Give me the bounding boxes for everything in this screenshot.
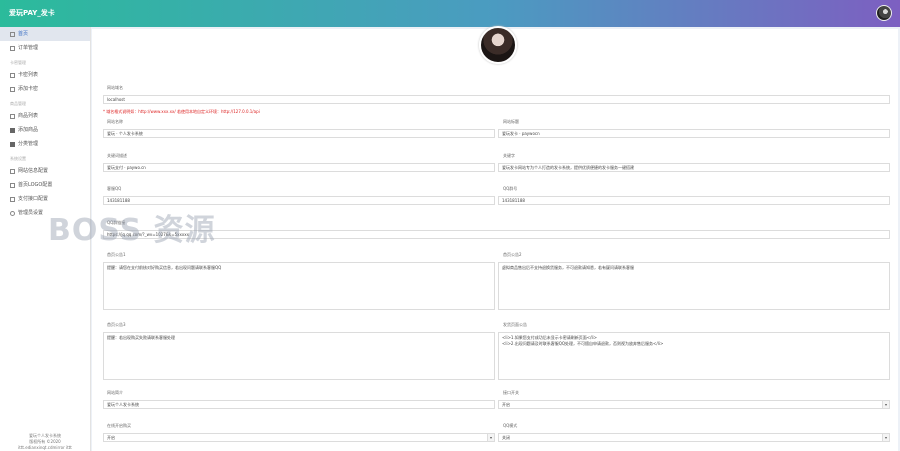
qq-mode-label: QQ模式 — [503, 423, 518, 428]
qq-group-input[interactable]: 143181188 — [498, 196, 890, 205]
site-desc-label: 网站简介 — [107, 390, 123, 395]
sidebar-item-label: 添加商品 — [18, 127, 39, 133]
sidebar-group-cards: 卡密管理 — [10, 60, 26, 65]
site-domain-label: 网站域名 — [107, 85, 123, 90]
sidebar: 首页 订单管理 卡密管理 卡密列表 添加卡密 商品管理 商品列表 添加商品 分类… — [0, 27, 91, 451]
send-notice-label: 发货页面公告 — [503, 322, 527, 327]
sidebar-item-site-info[interactable]: 网站信息配置 — [0, 164, 90, 178]
image-icon — [10, 182, 15, 188]
admin-qq-label: 客服QQ — [107, 186, 122, 191]
notice1-label: 首页公告1 — [107, 252, 126, 257]
add-icon — [10, 86, 15, 92]
site-name-label: 网站名称 — [107, 119, 123, 124]
sidebar-item-label: 网站信息配置 — [18, 168, 49, 174]
main-panel: 网站域名 localhost * 域名格式说明如：http://www.xxx.… — [92, 26, 898, 451]
sidebar-item-admin[interactable]: 管理员设置 — [0, 206, 90, 220]
sidebar-item-label: 首页LOGO配置 — [18, 182, 53, 188]
chevron-down-icon: ▾ — [487, 434, 494, 441]
sidebar-group-goods: 商品管理 — [10, 101, 26, 106]
user-icon — [10, 210, 15, 216]
top-header: 爱玩PAY_发卡 — [0, 0, 900, 27]
site-title-input[interactable]: 爱玩发卡 · paywocn — [498, 129, 890, 138]
pay-switch-value: 开启 — [502, 402, 510, 407]
sidebar-item-label: 订单管理 — [18, 45, 39, 51]
admin-qq-input[interactable]: 143181188 — [103, 196, 495, 205]
sidebar-item-goods-list[interactable]: 商品列表 — [0, 109, 90, 123]
notice3-textarea[interactable]: 提醒：若出现购买失败请联系客服处理 — [103, 332, 495, 380]
notice2-label: 首页公告2 — [503, 252, 522, 257]
description-input[interactable]: 爱玩发卡网站专为个人打造的发卡系统，提供优质便捷的发卡服务一键搭建 — [498, 163, 890, 172]
home-icon — [10, 31, 15, 37]
qq-group-link-label: QQ群链接 — [107, 220, 126, 225]
sidebar-item-orders[interactable]: 订单管理 — [0, 41, 90, 55]
user-avatar[interactable] — [876, 5, 892, 21]
sidebar-item-label: 管理员设置 — [18, 210, 44, 216]
buy-switch-select[interactable]: 开启 ▾ — [103, 433, 495, 442]
send-notice-line: <li>2.出现问题请及时联系客服QQ处理，不可擅自申请退款，否则视为放弃售后服… — [502, 341, 664, 346]
pay-switch-select[interactable]: 开启 ▾ — [498, 400, 890, 409]
sidebar-item-home[interactable]: 首页 — [0, 27, 90, 41]
info-icon — [10, 168, 15, 174]
site-domain-input[interactable]: localhost — [103, 95, 890, 104]
site-name-input[interactable]: 爱玩 · 个人发卡系统 — [103, 129, 495, 138]
keywords-label: 关键词描述 — [107, 153, 127, 158]
category-icon — [10, 141, 15, 147]
profile-avatar — [479, 26, 517, 64]
sidebar-item-label: 支付接口配置 — [18, 196, 49, 202]
qq-mode-select[interactable]: 关闭 ▾ — [498, 433, 890, 442]
document-icon — [10, 45, 15, 51]
buy-switch-label: 在线开启购买 — [107, 423, 131, 428]
sidebar-item-label: 商品列表 — [18, 113, 39, 119]
chevron-down-icon: ▾ — [882, 401, 889, 408]
sidebar-item-label: 首页 — [18, 31, 29, 37]
sidebar-item-add-card[interactable]: 添加卡密 — [0, 82, 90, 96]
add-goods-icon — [10, 127, 15, 133]
sidebar-item-label: 添加卡密 — [18, 86, 39, 92]
sidebar-item-payment[interactable]: 支付接口配置 — [0, 192, 90, 206]
qq-group-label: QQ群号 — [503, 186, 518, 191]
notice2-textarea[interactable]: 虚拟商品售出后不支持退换货服务，不可退款请知悉，若有疑问请联系客服 — [498, 262, 890, 310]
buy-switch-value: 开启 — [107, 435, 115, 440]
notice3-label: 首页公告3 — [107, 322, 126, 327]
chevron-down-icon: ▾ — [882, 434, 889, 441]
qq-mode-value: 关闭 — [502, 435, 510, 440]
keywords-input[interactable]: 爱玩支付 · paywo.cn — [103, 163, 495, 172]
notice1-textarea[interactable]: 提醒：请您在支付前核对好购买信息，若出现问题请联系客服QQ — [103, 262, 495, 310]
sidebar-item-label: 卡密列表 — [18, 72, 39, 78]
footer-line: ittt.edianxinqt.cdmirror ittt — [18, 445, 72, 450]
sidebar-item-label: 分类管理 — [18, 141, 39, 147]
payment-icon — [10, 196, 15, 202]
list-icon — [10, 72, 15, 78]
domain-note: * 域名格式说明如：http://www.xxx.xx/ 若使用本地自定义环境：… — [103, 109, 260, 114]
sidebar-item-category[interactable]: 分类管理 — [0, 137, 90, 151]
sidebar-item-add-goods[interactable]: 添加商品 — [0, 123, 90, 137]
goods-icon — [10, 113, 15, 119]
app-title: 爱玩PAY_发卡 — [9, 9, 55, 17]
description-label: 关键字 — [503, 153, 515, 158]
pay-switch-label: 接口开关 — [503, 390, 519, 395]
sidebar-group-settings: 系统设置 — [10, 156, 26, 161]
sidebar-item-card-list[interactable]: 卡密列表 — [0, 68, 90, 82]
site-desc-input[interactable]: 爱玩个人发卡系统 — [103, 400, 495, 409]
send-notice-textarea[interactable]: <li>1.如果您支付成功后未显示卡密请刷新页面</li> <li>2.出现问题… — [498, 332, 890, 380]
sidebar-footer: 爱玩个人发卡系统 版权所有 ©2020 ittt.edianxinqt.cdmi… — [0, 433, 90, 451]
qq-group-link-input[interactable]: https://jq.qq.com/?_wv=1027&k=5xxxxx — [103, 230, 890, 239]
site-title-label: 网站标题 — [503, 119, 519, 124]
sidebar-item-logo[interactable]: 首页LOGO配置 — [0, 178, 90, 192]
